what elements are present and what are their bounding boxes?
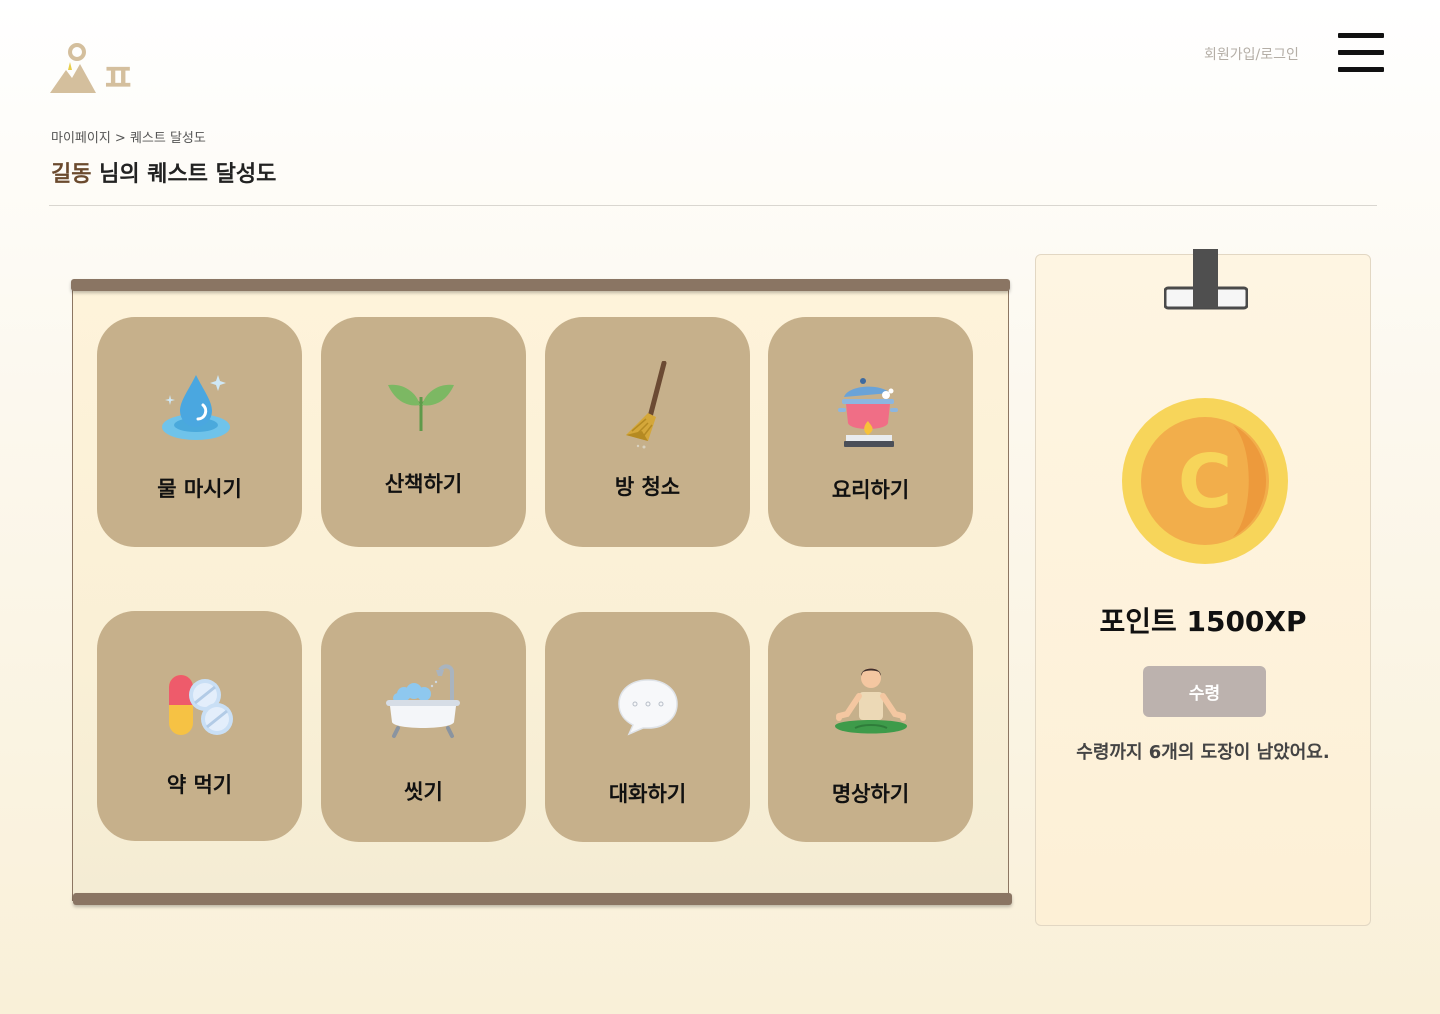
quest-label: 명상하기 bbox=[831, 782, 910, 806]
divider bbox=[49, 205, 1377, 206]
quest-medicine[interactable]: 약 먹기 bbox=[97, 611, 302, 841]
page-title: 길동 님의 퀘스트 달성도 bbox=[51, 156, 276, 188]
speech-bubble-icon bbox=[617, 679, 678, 736]
breadcrumb: 마이페이지 > 퀘스트 달성도 bbox=[51, 131, 206, 146]
water-drop-icon bbox=[161, 375, 230, 440]
sprout-icon bbox=[387, 384, 454, 431]
quest-label: 물 마시기 bbox=[157, 477, 242, 501]
logo-text: ㅍ bbox=[101, 56, 136, 96]
quest-label: 대화하기 bbox=[608, 782, 687, 806]
page-title-suffix: 님의 퀘스트 달성도 bbox=[99, 162, 277, 187]
hamburger-menu-icon[interactable] bbox=[1338, 32, 1384, 74]
board-top-rod bbox=[71, 279, 1010, 291]
broom-icon bbox=[625, 361, 666, 449]
bathtub-icon bbox=[385, 664, 460, 738]
quest-label: 방 청소 bbox=[614, 475, 681, 499]
coin-letter: C bbox=[1178, 439, 1232, 525]
board-bottom-rod bbox=[73, 893, 1012, 905]
quest-cooking[interactable]: 요리하기 bbox=[768, 317, 973, 547]
quest-label: 약 먹기 bbox=[166, 773, 233, 797]
coin-icon: C bbox=[1122, 398, 1288, 564]
remaining-stamps-text: 수령까지 6개의 도장이 남았어요. bbox=[1076, 742, 1330, 763]
logo[interactable]: ㅍ bbox=[50, 40, 140, 100]
point-card bbox=[1035, 254, 1371, 926]
user-name: 길동 bbox=[51, 162, 92, 187]
quest-label: 산책하기 bbox=[384, 472, 463, 496]
meditation-icon bbox=[834, 668, 907, 734]
point-total: 포인트 1500XP bbox=[1099, 605, 1307, 638]
pills-icon bbox=[168, 675, 233, 735]
quest-meditation[interactable]: 명상하기 bbox=[768, 612, 973, 842]
quest-walk[interactable]: 산책하기 bbox=[321, 317, 526, 547]
quest-label: 요리하기 bbox=[831, 478, 910, 502]
claim-button[interactable]: 수령 bbox=[1143, 666, 1266, 717]
quest-water[interactable]: 물 마시기 bbox=[97, 317, 302, 547]
clip-icon bbox=[1164, 249, 1248, 310]
quest-wash[interactable]: 씻기 bbox=[321, 612, 526, 842]
quest-conversation[interactable]: 대화하기 bbox=[545, 612, 750, 842]
cooking-pot-icon bbox=[837, 378, 898, 447]
signup-login-link[interactable]: 회원가입/로그인 bbox=[1204, 44, 1299, 64]
quest-label: 씻기 bbox=[404, 780, 443, 804]
quest-clean-room[interactable]: 방 청소 bbox=[545, 317, 750, 547]
